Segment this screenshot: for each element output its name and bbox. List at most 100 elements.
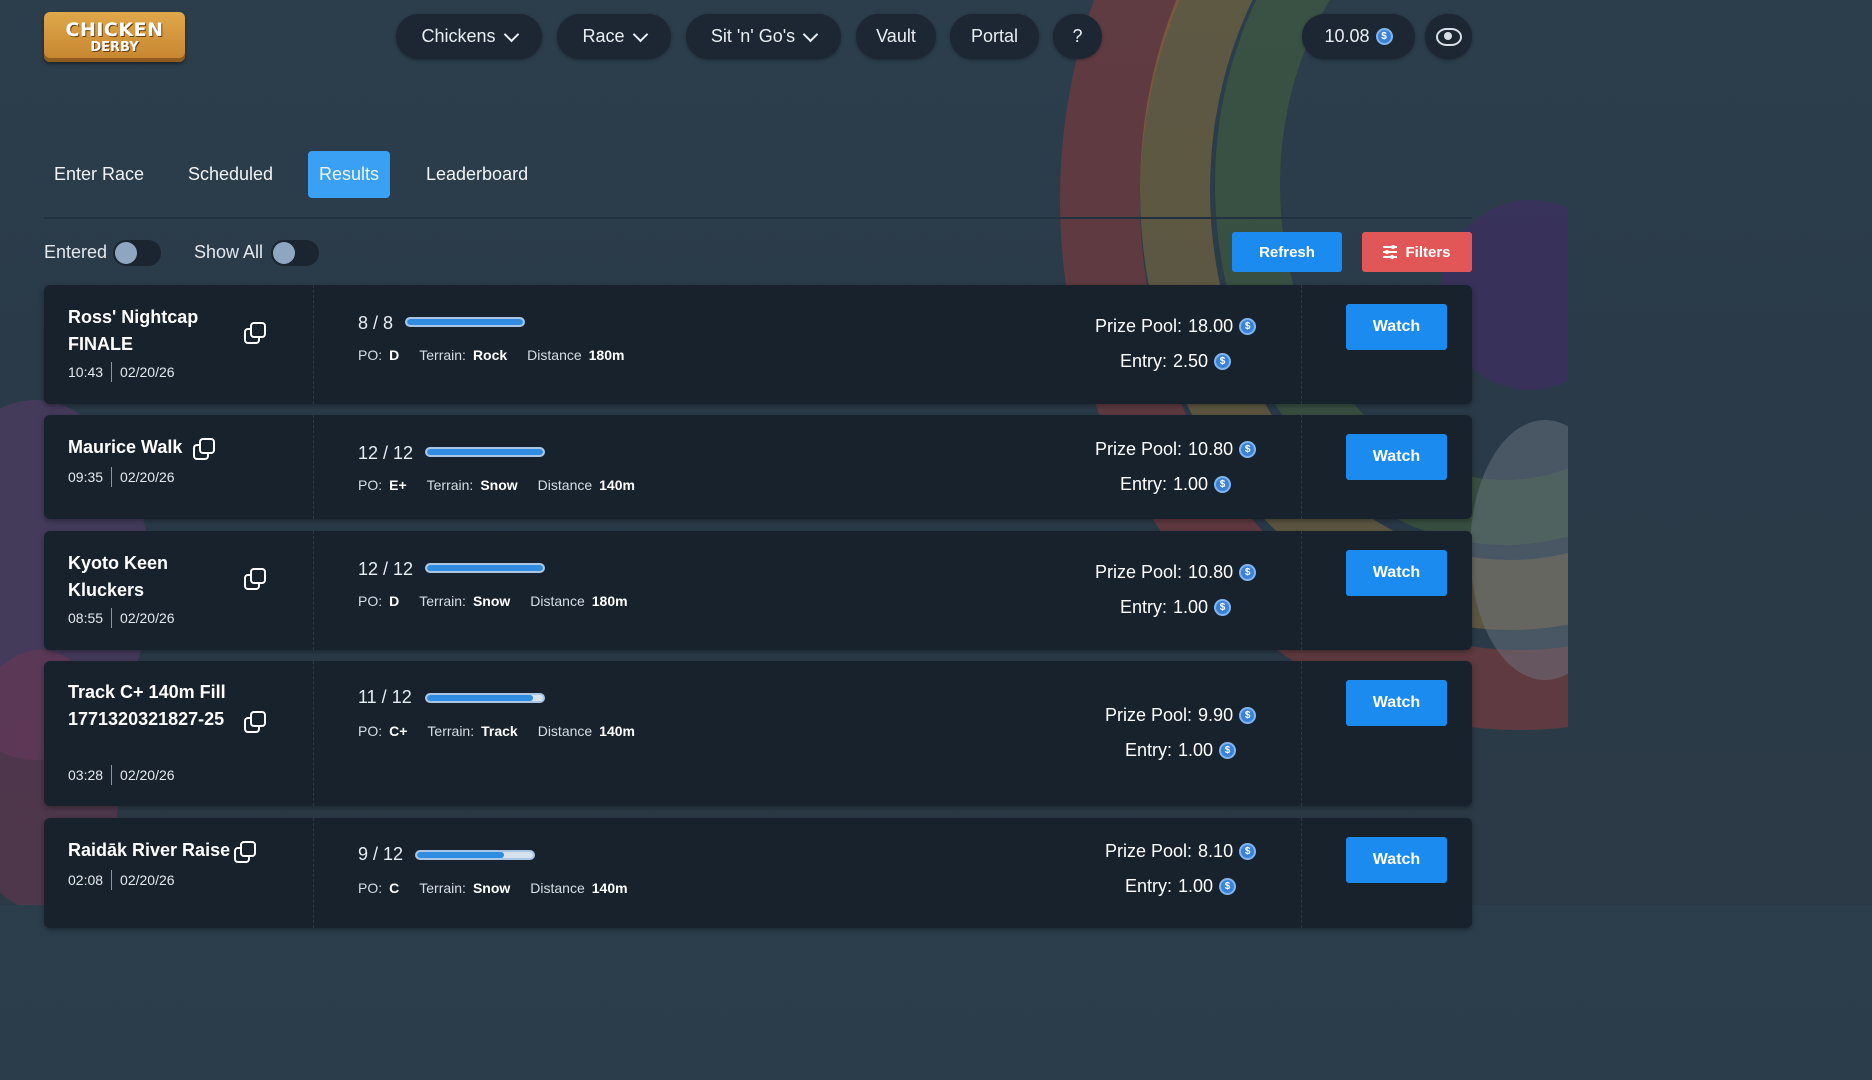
race-datetime: 08:55 02/20/26 <box>68 608 175 628</box>
nav-chickens-label: Chickens <box>421 26 496 46</box>
prize-pool-label: Prize Pool: <box>1105 705 1193 725</box>
race-name: Raidāk River Raise <box>68 840 231 860</box>
coin-icon: $ <box>1239 318 1257 335</box>
entry-label: Entry: <box>1125 876 1173 896</box>
prize-pool-label: Prize Pool: <box>1095 439 1183 459</box>
entry-value: 2.50 <box>1173 351 1209 371</box>
distance-label: Distance <box>527 347 582 363</box>
prize-pool-label: Prize Pool: <box>1095 316 1183 336</box>
show-all-toggle-label: Show All <box>194 242 264 262</box>
show-all-toggle[interactable] <box>271 240 319 266</box>
coin-icon: $ <box>1239 441 1257 458</box>
terrain-label: Terrain: <box>419 880 466 896</box>
race-date: 02/20/26 <box>120 469 175 485</box>
nav-race-dropdown[interactable]: Race <box>557 14 671 59</box>
terrain-label: Terrain: <box>426 477 474 493</box>
tab-divider <box>44 217 1472 219</box>
race-date: 02/20/26 <box>120 767 175 783</box>
entrant-count: 12 / 12 <box>358 443 414 463</box>
balance-display[interactable]: 10.08 $ <box>1302 14 1415 59</box>
nav-portal-label: Portal <box>970 26 1019 46</box>
race-details: PO: C+ Terrain: Track Distance 140m <box>358 723 655 739</box>
prize-pool-value: 9.90 <box>1198 705 1234 725</box>
card-divider <box>1301 818 1302 928</box>
watch-button[interactable]: Watch <box>1346 837 1447 883</box>
race-datetime: 10:43 02/20/26 <box>68 362 175 382</box>
prize-pool: Prize Pool: 8.10 $ <box>1105 841 1257 862</box>
nav-sitngos-label: Sit 'n' Go's <box>710 26 796 46</box>
po-value: D <box>389 593 400 609</box>
copy-icon[interactable] <box>242 321 266 344</box>
refresh-button[interactable]: Refresh <box>1232 232 1342 272</box>
logo-text-line2: DERBY <box>90 39 139 55</box>
race-time: 09:35 <box>68 469 104 485</box>
toggle-knob <box>115 242 137 264</box>
prize-pool: Prize Pool: 9.90 $ <box>1105 705 1257 726</box>
tab-leaderboard[interactable]: Leaderboard <box>426 151 528 198</box>
entry-fee: Entry: 1.00 $ <box>1120 474 1232 495</box>
distance-value: 180m <box>591 593 628 609</box>
watch-button[interactable]: Watch <box>1346 680 1447 726</box>
entrant-count: 9 / 12 <box>358 844 404 864</box>
watch-button[interactable]: Watch <box>1346 550 1447 596</box>
entrant-progress-bar <box>415 850 535 860</box>
copy-icon[interactable] <box>191 437 215 460</box>
race-datetime: 02:08 02/20/26 <box>68 870 175 890</box>
nav-portal-button[interactable]: Portal <box>950 14 1039 59</box>
terrain-label: Terrain: <box>419 593 466 609</box>
copy-icon[interactable] <box>242 567 266 590</box>
watch-button[interactable]: Watch <box>1346 304 1447 350</box>
po-value: C+ <box>389 723 408 739</box>
coin-icon: $ <box>1219 878 1237 895</box>
coin-icon: $ <box>1239 707 1257 724</box>
entry-value: 1.00 <box>1178 876 1214 896</box>
nav-vault-button[interactable]: Vault <box>856 14 936 59</box>
prize-pool: Prize Pool: 18.00 $ <box>1095 316 1257 337</box>
copy-icon[interactable] <box>232 840 256 863</box>
race-time: 03:28 <box>68 767 104 783</box>
distance-value: 140m <box>599 477 635 493</box>
nav-chickens-dropdown[interactable]: Chickens <box>396 14 542 59</box>
terrain-value: Rock <box>472 347 508 363</box>
po-value: E+ <box>389 477 407 493</box>
help-button[interactable]: ? <box>1053 14 1102 59</box>
chevron-down-icon <box>802 26 819 42</box>
coin-icon: $ <box>1239 564 1257 581</box>
race-date: 02/20/26 <box>120 872 175 888</box>
chicken-derby-logo[interactable]: CHICKEN DERBY <box>44 12 185 62</box>
race-details: PO: C Terrain: Snow Distance 140m <box>358 880 648 896</box>
coin-icon: $ <box>1239 843 1257 860</box>
tab-results[interactable]: Results <box>308 151 391 198</box>
copy-icon[interactable] <box>242 710 266 733</box>
po-value: C <box>389 880 400 896</box>
entry-label: Entry: <box>1125 740 1173 760</box>
tab-scheduled[interactable]: Scheduled <box>188 151 273 198</box>
entered-toggle[interactable] <box>113 240 161 266</box>
po-label: PO: <box>358 347 383 363</box>
race-datetime: 09:35 02/20/26 <box>68 467 175 487</box>
watch-button[interactable]: Watch <box>1346 434 1447 480</box>
coin-icon: $ <box>1214 476 1232 493</box>
filters-button[interactable]: Filters <box>1362 232 1472 272</box>
race-time: 02:08 <box>68 872 104 888</box>
toggle-knob <box>273 242 295 264</box>
prize-pool-value: 10.80 <box>1188 439 1234 459</box>
entry-label: Entry: <box>1120 351 1168 371</box>
race-card: Raidāk River Raise 02:08 02/20/26 9 / 12… <box>44 818 1472 928</box>
nav-sitngos-dropdown[interactable]: Sit 'n' Go's <box>686 14 841 59</box>
visibility-toggle-button[interactable] <box>1425 14 1472 59</box>
chevron-down-icon <box>632 26 648 42</box>
card-divider <box>1301 531 1302 650</box>
sliders-icon <box>1383 245 1398 259</box>
coin-icon: $ <box>1219 742 1237 759</box>
race-time: 08:55 <box>68 610 104 626</box>
distance-label: Distance <box>537 723 593 739</box>
prize-pool-label: Prize Pool: <box>1095 562 1183 582</box>
race-date: 02/20/26 <box>120 364 175 380</box>
prize-pool-label: Prize Pool: <box>1105 841 1193 861</box>
race-card: Maurice Walk 09:35 02/20/26 12 / 12 PO: E… <box>44 415 1472 519</box>
entry-value: 1.00 <box>1173 597 1209 617</box>
entrant-progress-bar <box>425 447 545 457</box>
tab-enter-race[interactable]: Enter Race <box>54 151 144 198</box>
terrain-value: Snow <box>480 477 518 493</box>
